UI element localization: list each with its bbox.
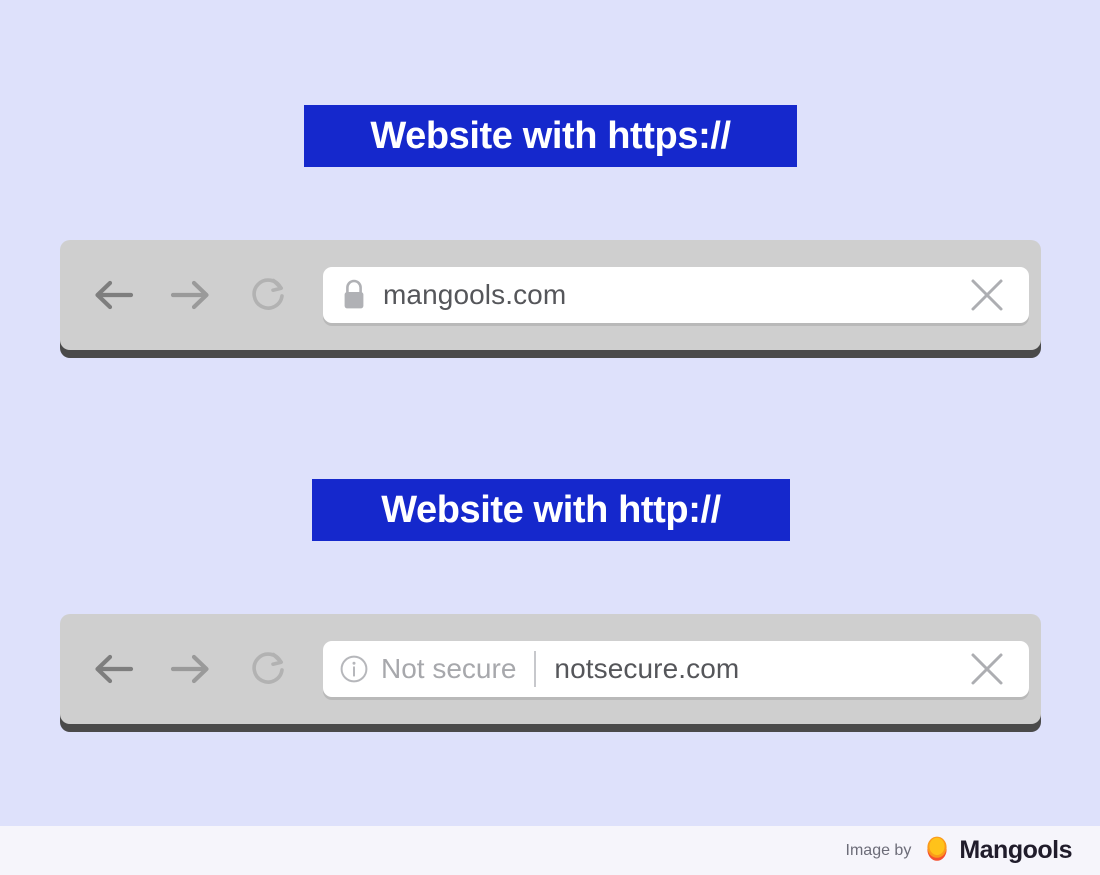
url-divider bbox=[534, 651, 537, 687]
reload-icon bbox=[252, 278, 284, 310]
reload-icon bbox=[252, 652, 284, 684]
banner-http-label: Website with http:// bbox=[381, 489, 721, 531]
lock-icon bbox=[339, 278, 369, 312]
image-by-label: Image by bbox=[845, 841, 912, 859]
nav-icon-group-http bbox=[86, 642, 296, 696]
close-icon[interactable] bbox=[967, 649, 1007, 689]
forward-button-http[interactable] bbox=[164, 642, 218, 696]
not-secure-label: Not secure bbox=[381, 653, 517, 684]
url-field-https[interactable]: mangools.com bbox=[323, 267, 1029, 323]
back-button-http[interactable] bbox=[86, 642, 140, 696]
reload-button-https[interactable] bbox=[242, 268, 296, 322]
browser-bar-http: Not secure notsecure.com bbox=[60, 614, 1041, 724]
arrow-right-icon bbox=[170, 654, 209, 684]
back-button-https[interactable] bbox=[86, 268, 140, 322]
banner-https-label: Website with https:// bbox=[370, 115, 731, 157]
main-stage: Website with https:// mangools.com Websi… bbox=[0, 0, 1100, 826]
banner-https: Website with https:// bbox=[304, 105, 797, 167]
infographic-canvas: Website with https:// mangools.com Websi… bbox=[0, 0, 1100, 875]
arrow-left-icon bbox=[95, 654, 134, 684]
close-icon[interactable] bbox=[967, 275, 1007, 315]
url-text-http: notsecure.com bbox=[554, 653, 740, 684]
info-circle-icon bbox=[339, 654, 369, 684]
mangools-brand-name: Mangools bbox=[959, 836, 1072, 864]
banner-http: Website with http:// bbox=[312, 479, 790, 541]
reload-button-http[interactable] bbox=[242, 642, 296, 696]
footer-bar: Image by Mangools bbox=[0, 826, 1100, 875]
url-text-https: mangools.com bbox=[383, 279, 567, 310]
image-credit: Image by Mangools bbox=[845, 835, 1073, 867]
nav-icon-group-https bbox=[86, 268, 296, 322]
url-field-http[interactable]: Not secure notsecure.com bbox=[323, 641, 1029, 697]
browser-bar-https: mangools.com bbox=[60, 240, 1041, 350]
arrow-right-icon bbox=[170, 280, 209, 310]
forward-button-https[interactable] bbox=[164, 268, 218, 322]
mangools-circle-logo bbox=[925, 835, 949, 867]
arrow-left-icon bbox=[95, 280, 134, 310]
